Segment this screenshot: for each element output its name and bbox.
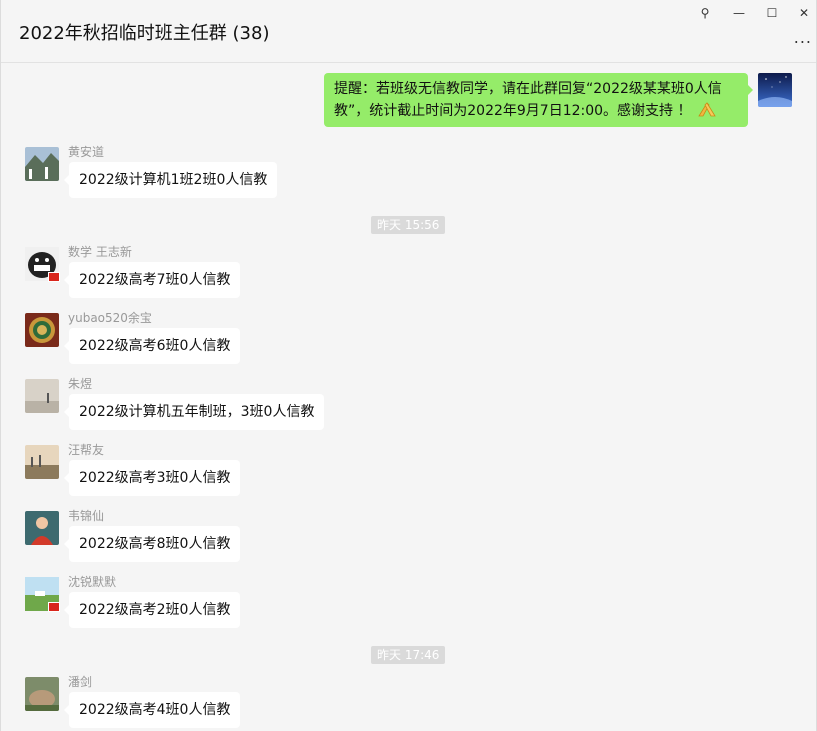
sender-name: 朱煜 — [68, 377, 93, 391]
avatar-wei-jinxian[interactable] — [25, 511, 59, 545]
avatar-yubao520[interactable] — [25, 313, 59, 347]
message-bubble[interactable]: 2022级计算机五年制班，3班0人信教 — [63, 394, 325, 430]
message-bubble[interactable]: 2022级高考2班0人信教 — [63, 592, 241, 628]
sender-name: 黄安道 — [68, 145, 105, 159]
sender-name: 沈锐默默 — [68, 575, 117, 589]
message-text: 2022级计算机五年制班，3班0人信教 — [79, 404, 315, 420]
close-icon: ✕ — [798, 6, 810, 20]
folded-hands-emoji-icon — [698, 102, 716, 117]
flag-badge-icon — [48, 272, 60, 282]
maximize-icon: ☐ — [766, 6, 778, 20]
my-message-text: 提醒：若班级无信教同学，请在此群回复“2022级某某班0人信教”，统计截止时间为… — [334, 81, 722, 119]
message-bubble[interactable]: 2022级高考3班0人信教 — [63, 460, 241, 496]
message-bubble[interactable]: 2022级高考8班0人信教 — [63, 526, 241, 562]
sender-name: yubao520余宝 — [68, 311, 152, 325]
pin-button[interactable]: ⚲ — [694, 4, 716, 22]
avatar-shen-rui[interactable] — [25, 577, 60, 612]
message-text: 2022级高考8班0人信教 — [79, 536, 231, 552]
chat-title: 2022年秋招临时班主任群 (38) — [19, 23, 270, 44]
avatar-pan-jian[interactable] — [25, 677, 59, 711]
foggy-lake-avatar-icon — [25, 379, 59, 413]
message-text: 2022级高考4班0人信教 — [79, 702, 231, 718]
rock-avatar-icon — [25, 677, 59, 711]
message-bubble[interactable]: 2022级高考7班0人信教 — [63, 262, 241, 298]
mandala-avatar-icon — [25, 313, 59, 347]
message-text: 2022级高考3班0人信教 — [79, 470, 231, 486]
avatar-huang-andao[interactable] — [25, 147, 59, 181]
message-text: 2022级高考6班0人信教 — [79, 338, 231, 354]
chat-window: 2022年秋招临时班主任群 (38) ⚲ — ☐ ✕ ... 提醒：若班级无信教… — [0, 0, 817, 731]
my-message-bubble[interactable]: 提醒：若班级无信教同学，请在此群回复“2022级某某班0人信教”，统计截止时间为… — [324, 73, 753, 127]
avatar-wang-zhixin[interactable] — [25, 247, 60, 282]
title-bar: 2022年秋招临时班主任群 (38) ⚲ — ☐ ✕ ... — [1, 0, 816, 63]
sender-name: 汪帮友 — [68, 443, 105, 457]
portrait-avatar-icon — [25, 511, 59, 545]
message-text: 2022级高考2班0人信教 — [79, 602, 231, 618]
more-icon: ... — [793, 28, 812, 47]
my-avatar[interactable] — [758, 73, 792, 107]
avatar-zhu-yu[interactable] — [25, 379, 59, 413]
minimize-icon: — — [733, 6, 745, 20]
sender-name: 潘剑 — [68, 675, 93, 689]
timestamp: 昨天 15:56 — [371, 216, 446, 234]
close-button[interactable]: ✕ — [793, 4, 815, 22]
message-text: 2022级计算机1班2班0人信教 — [79, 172, 268, 188]
landscape-avatar-icon — [25, 147, 59, 181]
message-bubble[interactable]: 2022级计算机1班2班0人信教 — [63, 162, 278, 198]
sender-name: 数学 王志新 — [68, 245, 132, 259]
minimize-button[interactable]: — — [728, 4, 750, 22]
more-options-button[interactable]: ... — [794, 28, 812, 47]
sunset-avatar-icon — [25, 445, 59, 479]
timestamp: 昨天 17:46 — [371, 646, 446, 664]
avatar-wang-bangyou[interactable] — [25, 445, 59, 479]
message-bubble[interactable]: 2022级高考4班0人信教 — [63, 692, 241, 728]
flag-badge-icon — [48, 602, 60, 612]
message-text: 2022级高考7班0人信教 — [79, 272, 231, 288]
message-bubble[interactable]: 2022级高考6班0人信教 — [63, 328, 241, 364]
message-list[interactable]: 提醒：若班级无信教同学，请在此群回复“2022级某某班0人信教”，统计截止时间为… — [1, 63, 816, 731]
night-sky-avatar-icon — [758, 73, 792, 107]
pin-icon: ⚲ — [700, 6, 710, 20]
maximize-button[interactable]: ☐ — [761, 4, 783, 22]
sender-name: 韦锦仙 — [68, 509, 105, 523]
